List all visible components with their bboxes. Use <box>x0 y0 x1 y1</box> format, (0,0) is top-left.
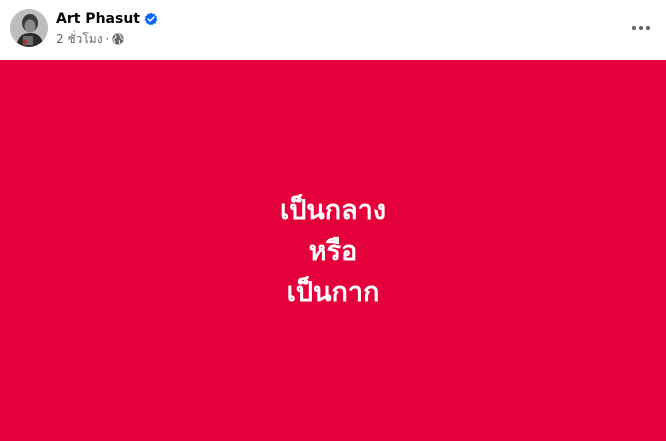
globe-icon[interactable] <box>112 33 124 45</box>
verified-badge-icon <box>144 12 158 26</box>
post-text-line-3: เป็นกาก <box>286 277 380 308</box>
more-options-button[interactable] <box>626 13 656 43</box>
post-text-line-2: หรือ <box>308 236 358 267</box>
more-options-icon <box>631 25 651 31</box>
author-name[interactable]: Art Phasut <box>56 11 140 27</box>
facebook-post: Art Phasut 2 ชั่วโมง · เป็นกลาง หรือ เป็… <box>0 0 666 441</box>
post-text-line-1: เป็นกลาง <box>279 195 387 226</box>
author-avatar[interactable] <box>10 9 48 47</box>
post-timestamp[interactable]: 2 ชั่วโมง <box>56 30 103 49</box>
meta-separator: · <box>105 32 110 46</box>
post-text: เป็นกลาง หรือ เป็นกาก <box>280 190 386 313</box>
post-header: Art Phasut 2 ชั่วโมง · <box>0 0 666 60</box>
avatar-photo-icon <box>10 9 48 47</box>
author-row: Art Phasut <box>56 9 158 29</box>
post-meta: 2 ชั่วโมง · <box>56 30 124 48</box>
post-colored-background: เป็นกลาง หรือ เป็นกาก <box>0 60 666 441</box>
